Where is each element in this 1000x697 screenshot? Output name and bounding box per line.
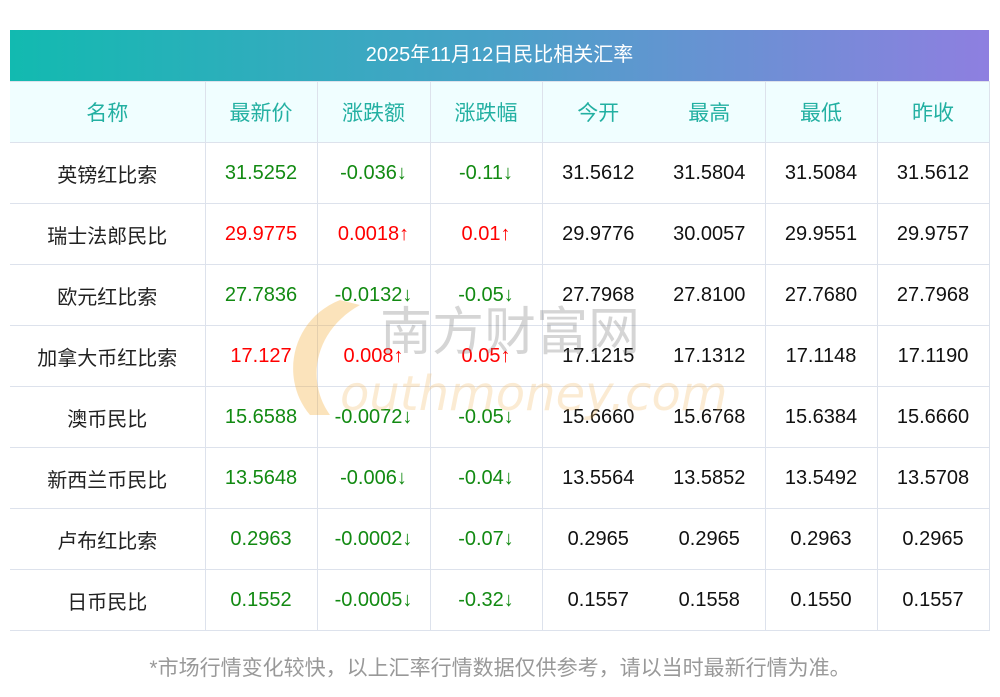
table-row: 卢布红比索 0.2963 -0.0002↓ -0.07↓ 0.2965 0.2965 0.2… [10, 508, 990, 570]
low-price: 15.6384 [764, 386, 878, 448]
change-amount: -0.0005↓ [316, 569, 431, 631]
latest-price: 29.9775 [204, 203, 318, 265]
high-price: 0.2965 [654, 508, 766, 570]
low-price: 31.5084 [764, 142, 878, 204]
currency-name: 英镑红比索 [10, 142, 206, 204]
change-amount: -0.0072↓ [316, 386, 431, 448]
low-price: 27.7680 [764, 264, 878, 326]
latest-price: 15.6588 [204, 386, 318, 448]
change-amount: -0.0132↓ [316, 264, 431, 326]
disclaimer-footer: *市场行情变化较快，以上汇率行情数据仅供参考，请以当时最新行情为准。 [149, 657, 851, 680]
table-row: 瑞士法郎民比 29.9775 0.0018↑ 0.01↑ 29.9776 30.0057 2… [10, 203, 990, 265]
currency-name: 瑞士法郎民比 [10, 203, 206, 265]
low-price: 0.2963 [764, 508, 878, 570]
latest-price: 13.5648 [204, 447, 318, 509]
table-row: 加拿大币红比索 17.127 0.008↑ 0.05↑ 17.1215 17.1312 17… [10, 325, 990, 387]
currency-name: 澳币民比 [10, 386, 206, 448]
low-price: 13.5492 [764, 447, 878, 509]
latest-price: 0.2963 [204, 508, 318, 570]
header-low: 最低 [764, 81, 878, 143]
open-price: 13.5564 [541, 447, 654, 509]
table-row: 英镑红比索 31.5252 -0.036↓ -0.11↓ 31.5612 31.5804 3… [10, 142, 990, 204]
change-amount: 0.0018↑ [316, 203, 431, 265]
prev-close: 17.1190 [876, 325, 990, 387]
change-percent: -0.11↓ [429, 142, 543, 204]
latest-price: 0.1552 [204, 569, 318, 631]
table-row: 日币民比 0.1552 -0.0005↓ -0.32↓ 0.1557 0.1558 0.15… [10, 569, 990, 631]
high-price: 0.1558 [654, 569, 766, 631]
latest-price: 27.7836 [204, 264, 318, 326]
open-price: 31.5612 [541, 142, 654, 204]
prev-close: 13.5708 [876, 447, 990, 509]
header-price: 最新价 [204, 81, 318, 143]
prev-close: 0.2965 [876, 508, 990, 570]
header-high: 最高 [654, 81, 766, 143]
low-price: 0.1550 [764, 569, 878, 631]
change-amount: 0.008↑ [316, 325, 431, 387]
prev-close: 27.7968 [876, 264, 990, 326]
high-price: 13.5852 [654, 447, 766, 509]
change-percent: -0.05↓ [429, 264, 543, 326]
table-header-row: 名称 最新价 涨跌额 涨跌幅 今开 最高 最低 昨收 [10, 81, 990, 143]
high-price: 31.5804 [654, 142, 766, 204]
high-price: 30.0057 [654, 203, 766, 265]
high-price: 27.8100 [654, 264, 766, 326]
change-percent: 0.01↑ [429, 203, 543, 265]
change-percent: 0.05↑ [429, 325, 543, 387]
open-price: 0.2965 [541, 508, 654, 570]
header-open: 今开 [541, 81, 654, 143]
change-percent: -0.07↓ [429, 508, 543, 570]
page-title: 2025年11月12日民比相关汇率 [10, 30, 989, 81]
currency-name: 卢布红比索 [10, 508, 206, 570]
low-price: 29.9551 [764, 203, 878, 265]
table-row: 欧元红比索 27.7836 -0.0132↓ -0.05↓ 27.7968 27.8100… [10, 264, 990, 326]
high-price: 17.1312 [654, 325, 766, 387]
table-row: 新西兰币民比 13.5648 -0.006↓ -0.04↓ 13.5564 13.5852… [10, 447, 990, 509]
open-price: 0.1557 [541, 569, 654, 631]
prev-close: 31.5612 [876, 142, 990, 204]
header-pct: 涨跌幅 [429, 81, 543, 143]
prev-close: 29.9757 [876, 203, 990, 265]
currency-name: 欧元红比索 [10, 264, 206, 326]
open-price: 17.1215 [541, 325, 654, 387]
change-amount: -0.036↓ [316, 142, 431, 204]
change-amount: -0.006↓ [316, 447, 431, 509]
header-change: 涨跌额 [316, 81, 431, 143]
change-percent: -0.04↓ [429, 447, 543, 509]
open-price: 27.7968 [541, 264, 654, 326]
open-price: 29.9776 [541, 203, 654, 265]
table-row: 澳币民比 15.6588 -0.0072↓ -0.05↓ 15.6660 15.6768 1… [10, 386, 990, 448]
currency-name: 加拿大币红比索 [10, 325, 206, 387]
change-amount: -0.0002↓ [316, 508, 431, 570]
latest-price: 31.5252 [204, 142, 318, 204]
exchange-rate-table: 名称 最新价 涨跌额 涨跌幅 今开 最高 最低 昨收 英镑红比索 31.5252-… [10, 81, 990, 631]
latest-price: 17.127 [204, 325, 318, 387]
currency-name: 日币民比 [10, 569, 206, 631]
change-percent: -0.32↓ [429, 569, 543, 631]
change-percent: -0.05↓ [429, 386, 543, 448]
low-price: 17.1148 [764, 325, 878, 387]
prev-close: 15.6660 [876, 386, 990, 448]
high-price: 15.6768 [654, 386, 766, 448]
header-name: 名称 [10, 81, 206, 143]
prev-close: 0.1557 [876, 569, 990, 631]
currency-name: 新西兰币民比 [10, 447, 206, 509]
open-price: 15.6660 [541, 386, 654, 448]
header-prev: 昨收 [876, 81, 990, 143]
